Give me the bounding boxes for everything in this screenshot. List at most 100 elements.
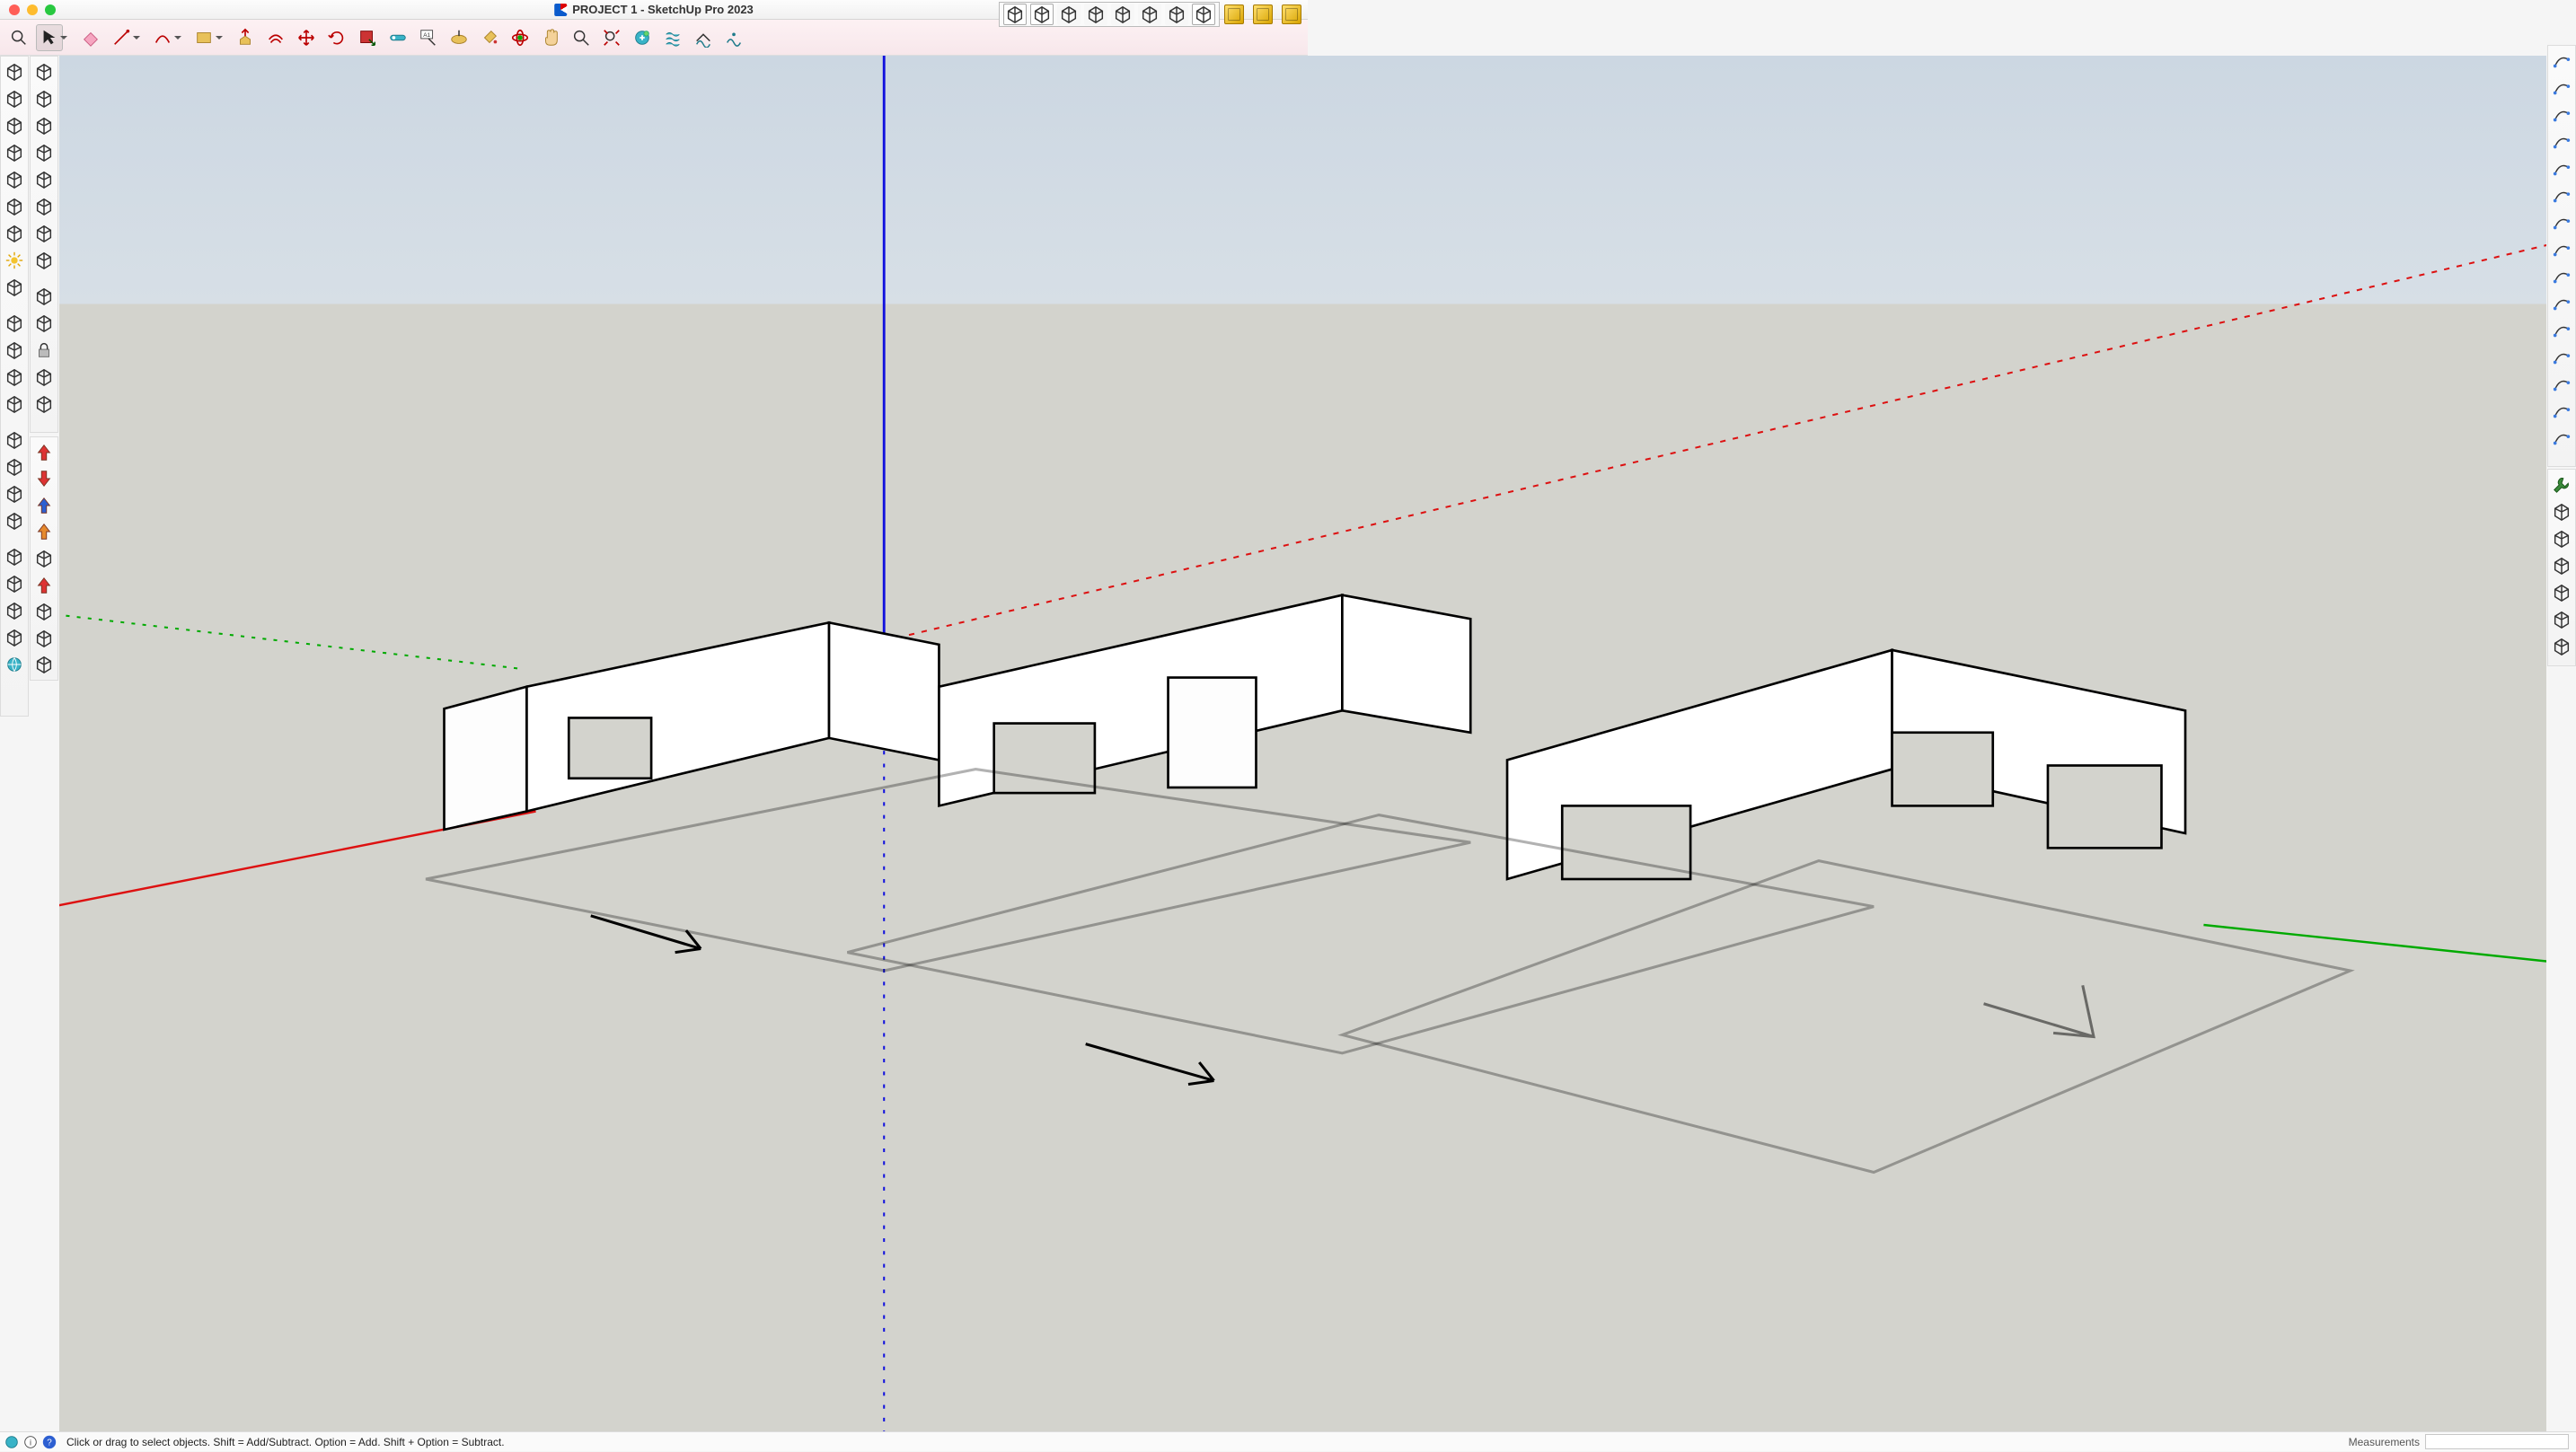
curve-11[interactable]: [2549, 318, 2574, 343]
circle-icon[interactable]: [2, 167, 27, 192]
snap-icon[interactable]: [31, 392, 57, 417]
warehouse-icon[interactable]: [2, 59, 27, 84]
axes-icon[interactable]: [2, 221, 27, 246]
orbit-tool[interactable]: [507, 24, 534, 51]
extension-icon[interactable]: [2, 86, 27, 111]
close-window-icon[interactable]: [9, 4, 20, 15]
cube-f[interactable]: [31, 653, 57, 678]
curve-9[interactable]: [2549, 264, 2574, 289]
minimize-window-icon[interactable]: [27, 4, 38, 15]
eraser-tool[interactable]: [77, 24, 104, 51]
zoom-extents-tool[interactable]: [598, 24, 625, 51]
globe-icon[interactable]: [2, 652, 27, 677]
shell-icon[interactable]: [2549, 526, 2574, 551]
curve-5[interactable]: [2549, 156, 2574, 181]
styles-1[interactable]: [2, 571, 27, 596]
offset-tool[interactable]: [262, 24, 289, 51]
arrow-up-blue[interactable]: [31, 493, 57, 518]
arc-tool[interactable]: [149, 24, 176, 51]
styles-2[interactable]: [2, 598, 27, 623]
curve-6[interactable]: [2549, 183, 2574, 208]
lock-icon[interactable]: [31, 338, 57, 363]
select-tool[interactable]: [36, 24, 63, 51]
torus-icon[interactable]: [31, 113, 57, 138]
styles-3[interactable]: [2, 625, 27, 650]
help-icon[interactable]: ?: [41, 1434, 57, 1450]
measurements-input[interactable]: [2425, 1434, 2569, 1449]
iso-view-1[interactable]: [1220, 2, 1248, 27]
pan-tool[interactable]: [537, 24, 564, 51]
add-location-tool[interactable]: [629, 24, 656, 51]
solid-split[interactable]: [1138, 4, 1161, 25]
tape-measure-tool[interactable]: [384, 24, 411, 51]
crosshair-icon[interactable]: [31, 365, 57, 390]
arrow-down-red[interactable]: [31, 467, 57, 492]
poly3-icon[interactable]: [2549, 634, 2574, 659]
geo-location-icon[interactable]: [4, 1434, 20, 1450]
iso-view-2[interactable]: [1248, 2, 1277, 27]
solid-subtract[interactable]: [1084, 4, 1107, 25]
poly2-icon[interactable]: [2549, 607, 2574, 632]
solid-outer-shell[interactable]: [1003, 4, 1027, 25]
bool-3[interactable]: [31, 248, 57, 273]
dynamic-2[interactable]: [2, 392, 27, 417]
curve-8[interactable]: [2549, 237, 2574, 262]
line-tool[interactable]: [108, 24, 135, 51]
solid-6[interactable]: [1192, 4, 1215, 25]
zoom-tool[interactable]: [568, 24, 595, 51]
bool-1[interactable]: [31, 167, 57, 192]
cube-stack[interactable]: [31, 626, 57, 651]
rotate-tool[interactable]: [323, 24, 350, 51]
box-icon[interactable]: [2549, 553, 2574, 578]
fog-icon[interactable]: [2, 544, 27, 569]
move-tool[interactable]: [293, 24, 320, 51]
curve-1[interactable]: [2549, 48, 2574, 74]
arrow-up-red[interactable]: [31, 440, 57, 465]
curve-12[interactable]: [2549, 345, 2574, 370]
credits-icon[interactable]: i: [22, 1434, 39, 1450]
sandbox-3[interactable]: [720, 24, 747, 51]
text-tool[interactable]: A1: [415, 24, 442, 51]
fullscreen-window-icon[interactable]: [45, 4, 56, 15]
component-icon[interactable]: [2, 338, 27, 363]
grid-icon[interactable]: [31, 546, 57, 571]
hull-icon[interactable]: [2549, 499, 2574, 524]
panel-icon[interactable]: [31, 284, 57, 309]
panel2-icon[interactable]: [31, 311, 57, 336]
dynamic-1[interactable]: [2, 365, 27, 390]
protractor-icon[interactable]: [2, 194, 27, 219]
poly-icon[interactable]: [2549, 580, 2574, 605]
curve-14[interactable]: [2549, 399, 2574, 424]
curve-4[interactable]: [2549, 129, 2574, 154]
scale-tool[interactable]: [354, 24, 381, 51]
shadow-icon[interactable]: [2, 275, 27, 300]
curve-15[interactable]: [2549, 426, 2574, 451]
solid-5[interactable]: [1165, 4, 1188, 25]
curve-7[interactable]: [2549, 210, 2574, 235]
cube-n[interactable]: [31, 599, 57, 624]
layers-icon[interactable]: [2, 454, 27, 480]
arrow-up-red-2[interactable]: [31, 573, 57, 598]
freeform-icon[interactable]: [31, 140, 57, 165]
sandbox-2[interactable]: [690, 24, 717, 51]
paint-bucket-tool[interactable]: [476, 24, 503, 51]
teapot-icon[interactable]: [31, 86, 57, 111]
wrench-icon[interactable]: [2549, 472, 2574, 497]
push-pull-tool[interactable]: [232, 24, 259, 51]
solid-trim[interactable]: [1111, 4, 1134, 25]
curve-2[interactable]: [2549, 75, 2574, 101]
group-icon[interactable]: [2, 311, 27, 336]
camera-icon[interactable]: [2, 113, 27, 138]
curve-13[interactable]: [2549, 372, 2574, 397]
curve-10[interactable]: [2549, 291, 2574, 316]
solid-intersect[interactable]: [1030, 4, 1054, 25]
model-viewport[interactable]: [59, 56, 2546, 1431]
rectangle-tool[interactable]: [190, 24, 217, 51]
tags-icon[interactable]: [2, 427, 27, 453]
sandbox-1[interactable]: [659, 24, 686, 51]
solid-tools-panel[interactable]: [999, 2, 1220, 27]
timer-icon[interactable]: [31, 221, 57, 246]
materials-icon[interactable]: [2, 508, 27, 533]
curve-3[interactable]: [2549, 102, 2574, 128]
zoom-fit-icon[interactable]: [5, 24, 32, 51]
